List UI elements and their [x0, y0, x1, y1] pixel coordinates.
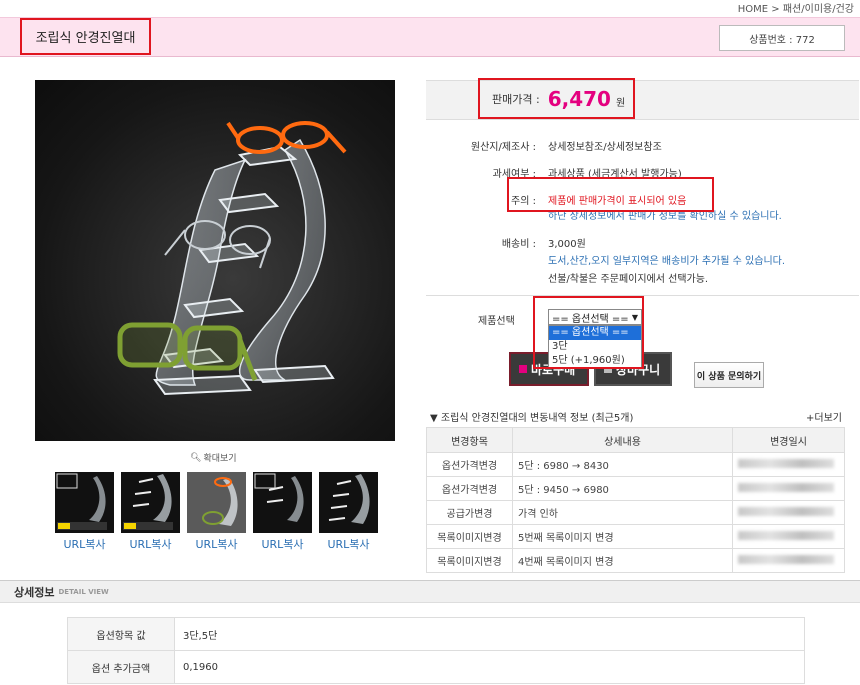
- notice-highlight: [507, 177, 714, 212]
- price-unit: 원: [615, 98, 626, 109]
- url-copy-link[interactable]: URL복사: [261, 536, 303, 552]
- shipping-note: 도서,산간,오지 일부지역은 배송비가 추가될 수 있습니다.: [548, 256, 786, 267]
- history-item: 목록이미지변경: [426, 548, 513, 573]
- history-col-date: 변경일시: [732, 427, 845, 453]
- history-detail: 5단 : 9450 → 6980: [512, 476, 733, 501]
- url-copy-link[interactable]: URL복사: [129, 536, 171, 552]
- history-detail: 5번째 목록이미지 변경: [512, 524, 733, 549]
- glasses-stand-illustration: [117, 121, 347, 396]
- magnifier-icon: 🔍︎: [190, 452, 202, 463]
- thumbnail-image[interactable]: [55, 472, 114, 533]
- price-label: 판매가격 :: [492, 92, 540, 106]
- option-item[interactable]: 5단 (+1,960원): [549, 354, 641, 368]
- table-row: 옵션항목 값 3단,5단: [67, 617, 805, 651]
- table-row: 옵션 추가금액 0,1960: [67, 650, 805, 684]
- table-row: 목록이미지변경 5번째 목록이미지 변경: [426, 524, 845, 549]
- shipping-label: 배송비 :: [501, 239, 536, 250]
- history-title: ▼ 조립식 안경진열대의 변동내역 정보 (최근5개): [430, 413, 634, 424]
- thumbnail-stand-icon: [56, 473, 107, 530]
- url-copy-link[interactable]: URL복사: [195, 536, 237, 552]
- thumbnail-item[interactable]: URL복사: [253, 472, 312, 552]
- origin-value: 상세정보참조/상세정보참조: [548, 142, 662, 153]
- history-item: 옵션가격변경: [426, 476, 513, 501]
- history-col-item: 변경항목: [426, 427, 513, 453]
- product-number-badge: 상품번호 : 772: [719, 25, 845, 51]
- detail-value: 3단,5단: [174, 617, 805, 651]
- detail-table: 옵션항목 값 3단,5단 옵션 추가금액 0,1960: [67, 617, 805, 684]
- thumbnail-stand-icon: [328, 474, 370, 524]
- option-selected-value: == 옵션선택 ==: [552, 313, 629, 325]
- option-select[interactable]: == 옵션선택 == ▼: [548, 309, 642, 325]
- thumbnail-stand-icon: [202, 477, 238, 526]
- history-header-row: 변경항목 상세내용 변경일시: [426, 427, 845, 453]
- table-row: 공급가변경 가격 인하: [426, 500, 845, 525]
- history-date-redacted: [732, 524, 845, 549]
- thumbnail-strip: URL복사 URL복사 URL복사 URL복사 URL복사: [55, 472, 378, 552]
- breadcrumb: HOME > 패션/이미용/건강: [737, 4, 854, 15]
- history-detail: 4번째 목록이미지 변경: [512, 548, 733, 573]
- thumbnail-item[interactable]: URL복사: [187, 472, 246, 552]
- thumbnail-image[interactable]: [253, 472, 312, 533]
- thumbnail-item[interactable]: URL복사: [319, 472, 378, 552]
- option-label: 제품선택: [478, 316, 515, 327]
- history-item: 공급가변경: [426, 500, 513, 525]
- price-highlight: 판매가격 : 6,470 원: [478, 78, 635, 119]
- page-title: 조립식 안경진열대: [20, 18, 151, 55]
- origin-label: 원산지/제조사 :: [470, 142, 536, 153]
- table-row: 옵션가격변경 5단 : 6980 → 8430: [426, 452, 845, 477]
- table-row: 옵션가격변경 5단 : 9450 → 6980: [426, 476, 845, 501]
- thumbnail-image[interactable]: [187, 472, 246, 533]
- option-dropdown: == 옵션선택 == 3단 5단 (+1,960원): [548, 325, 642, 369]
- history-date-redacted: [732, 452, 845, 477]
- history-col-detail: 상세내용: [512, 427, 733, 453]
- url-copy-link[interactable]: URL복사: [63, 536, 105, 552]
- buy-square-icon: [519, 365, 527, 373]
- table-row: 목록이미지변경 4번째 목록이미지 변경: [426, 548, 845, 573]
- detail-key: 옵션 추가금액: [67, 650, 175, 684]
- url-copy-link[interactable]: URL복사: [327, 536, 369, 552]
- thumbnail-item[interactable]: URL복사: [55, 472, 114, 552]
- product-main-image[interactable]: [35, 80, 395, 441]
- history-more-link[interactable]: +더보기: [806, 409, 842, 424]
- detail-value: 0,1960: [174, 650, 805, 684]
- thumbnail-item[interactable]: URL복사: [121, 472, 180, 552]
- zoom-button[interactable]: 🔍︎ 확대보기: [190, 451, 237, 465]
- zoom-label: 확대보기: [203, 454, 237, 464]
- detail-title: 상세정보: [14, 585, 55, 599]
- history-date-redacted: [732, 476, 845, 501]
- detail-section-header: 상세정보 DETAIL VIEW: [0, 580, 860, 603]
- thumbnail-stand-icon: [123, 474, 173, 530]
- chevron-down-icon: ▼: [631, 312, 638, 322]
- shipping-note-2: 선불/착불은 주문페이지에서 선택가능.: [548, 274, 709, 285]
- history-item: 목록이미지변경: [426, 524, 513, 549]
- history-date-redacted: [732, 500, 845, 525]
- detail-key: 옵션항목 값: [67, 617, 175, 651]
- thumbnail-stand-icon: [254, 473, 304, 522]
- thumbnail-image[interactable]: [121, 472, 180, 533]
- shipping-value: 3,000원: [548, 239, 586, 250]
- divider: [426, 295, 859, 296]
- thumbnail-image[interactable]: [319, 472, 378, 533]
- detail-subtitle: DETAIL VIEW: [58, 587, 109, 596]
- history-detail: 가격 인하: [512, 500, 733, 525]
- history-detail: 5단 : 6980 → 8430: [512, 452, 733, 477]
- history-table: 변경항목 상세내용 변경일시 옵션가격변경 5단 : 6980 → 8430 옵…: [426, 427, 845, 573]
- history-item: 옵션가격변경: [426, 452, 513, 477]
- option-item[interactable]: 3단: [549, 340, 641, 354]
- price-value: 6,470: [547, 86, 611, 111]
- product-title: 조립식 안경진열대: [35, 31, 136, 46]
- history-date-redacted: [732, 548, 845, 573]
- option-item[interactable]: == 옵션선택 ==: [549, 326, 641, 340]
- product-inquiry-button[interactable]: 이 상품 문의하기: [694, 362, 764, 388]
